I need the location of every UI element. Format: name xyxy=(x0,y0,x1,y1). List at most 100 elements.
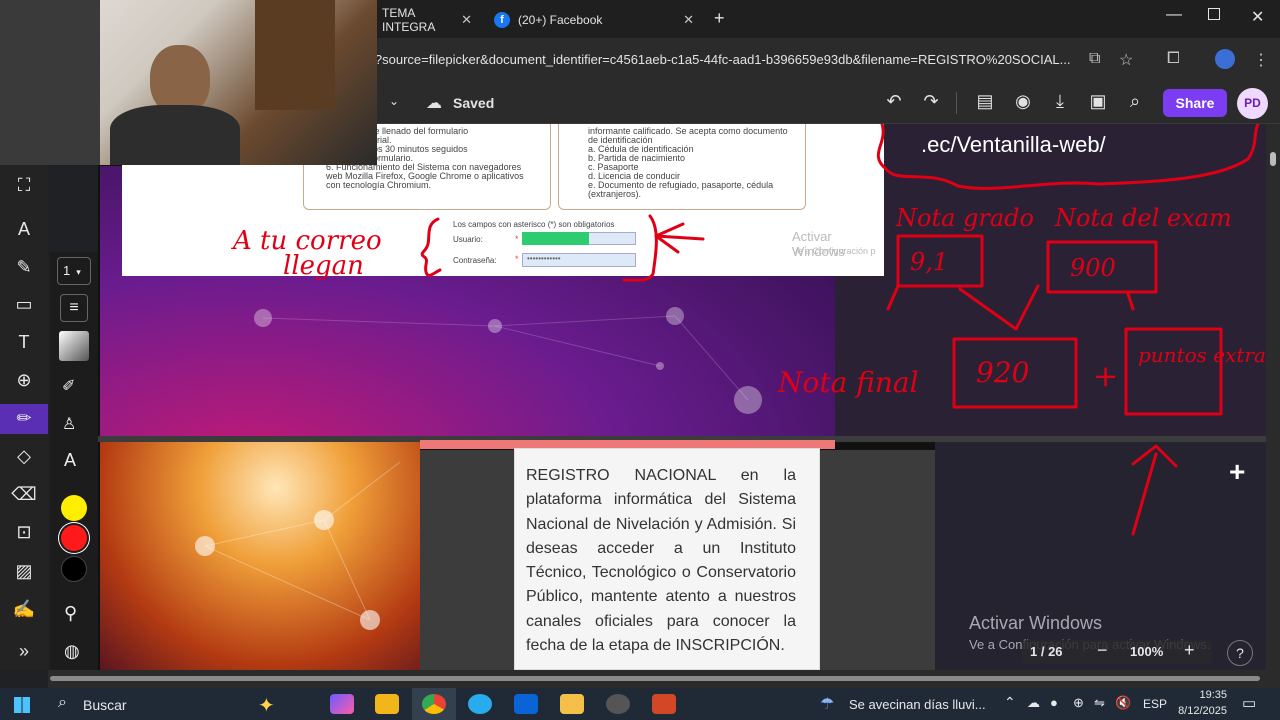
vertical-scrollbar[interactable] xyxy=(1266,124,1280,670)
start-button[interactable] xyxy=(14,697,30,713)
chevron-down-icon: ▾ xyxy=(76,267,81,277)
ink-annotations[interactable]: .ec/Ventanilla-web/ A tu correo llegan N… xyxy=(98,124,1266,670)
outlook-icon[interactable] xyxy=(514,694,538,714)
cloud-check-icon: ☁ xyxy=(426,95,442,112)
zoom-in-icon[interactable]: + xyxy=(1184,640,1195,661)
obs-icon[interactable] xyxy=(606,694,630,714)
divider xyxy=(956,92,957,114)
maximize-icon[interactable] xyxy=(1208,8,1220,20)
new-tab-button[interactable]: + xyxy=(714,8,725,29)
window-close-icon[interactable]: ✕ xyxy=(1251,7,1264,27)
ink-nota-examen-value: 900 xyxy=(1070,254,1116,282)
minimize-icon[interactable]: — xyxy=(1166,6,1182,24)
bookmark-star-icon[interactable]: ☆ xyxy=(1119,50,1133,70)
ink-plus: + xyxy=(1093,359,1118,394)
highlight-icon[interactable]: ✎ xyxy=(10,253,38,281)
text-style-icon[interactable]: A xyxy=(64,450,76,471)
color-swatch-black[interactable] xyxy=(61,556,87,582)
tab-sistema-integral[interactable]: TEMA INTEGRA ✕ xyxy=(372,4,482,36)
windows-taskbar xyxy=(0,688,1280,720)
zoom-level[interactable]: 100% xyxy=(1130,644,1163,659)
watermark-activate-windows: Activar Windows xyxy=(969,613,1103,633)
line-style-icon[interactable]: ≡ xyxy=(60,294,88,322)
page-indicator[interactable]: 1 / 26 xyxy=(1030,644,1063,659)
chevron-down-icon[interactable]: ⌄ xyxy=(389,94,399,108)
select-area-icon[interactable]: ⛶ xyxy=(10,171,38,199)
ink-arrow-left xyxy=(654,222,705,254)
undo-icon[interactable]: ↶ xyxy=(881,91,907,112)
horizontal-scrollbar-thumb[interactable] xyxy=(50,676,1260,681)
text-recognition-icon[interactable]: A xyxy=(10,215,38,243)
clock-date[interactable]: 8/12/2025 xyxy=(1170,705,1227,717)
tab-facebook[interactable]: f (20+) Facebook ✕ xyxy=(484,4,704,36)
webcam-shirt xyxy=(110,105,240,165)
ink-puntos-extras: puntos extras xyxy=(1138,343,1266,367)
webcam-overlay xyxy=(0,0,377,165)
store-icon[interactable] xyxy=(375,694,399,714)
image-icon[interactable]: ▨ xyxy=(10,557,38,585)
microphone-icon[interactable]: ● xyxy=(1050,695,1058,710)
language-indicator[interactable]: ESP xyxy=(1143,697,1167,711)
help-button[interactable]: ? xyxy=(1227,640,1253,666)
left-tool-rail xyxy=(0,124,48,670)
stroke-size-select[interactable]: 1 ▾ xyxy=(57,257,91,285)
palette-icon[interactable]: ◍ xyxy=(64,641,80,662)
text-tool-icon[interactable]: T xyxy=(10,328,38,356)
close-icon[interactable]: ✕ xyxy=(683,12,694,28)
ruler-pen-icon[interactable]: ✐ xyxy=(62,376,75,396)
profile-icon[interactable] xyxy=(1215,49,1235,69)
webcam-door xyxy=(0,0,100,165)
view-eye-icon[interactable]: ◉ xyxy=(1010,91,1036,112)
tab-label: TEMA INTEGRA xyxy=(382,6,436,34)
install-app-icon[interactable]: ⧉ xyxy=(1089,50,1100,68)
copilot-sparkle-icon[interactable]: ✦ xyxy=(258,693,275,718)
copilot-app-icon[interactable] xyxy=(330,694,354,714)
tray-chevron-icon[interactable]: ⌃ xyxy=(1004,694,1016,711)
share-button[interactable]: Share xyxy=(1163,89,1227,117)
comment-icon[interactable]: ▭ xyxy=(10,290,38,318)
vpn-icon[interactable]: ⊕ xyxy=(1073,695,1084,711)
ink-correo-line2: llegan xyxy=(283,251,364,281)
volume-muted-icon[interactable]: 🔇 xyxy=(1115,695,1131,711)
color-swatch-red[interactable] xyxy=(61,525,87,551)
ai-assistant-icon[interactable]: ⊡ xyxy=(10,518,38,546)
url-field[interactable]: l?source=filepicker&document_identifier=… xyxy=(372,47,1082,73)
download-icon[interactable]: ⤓ xyxy=(1047,91,1073,112)
pen-tool-icon[interactable]: ✏ xyxy=(10,404,38,432)
eraser-icon[interactable]: ⌫ xyxy=(10,480,38,508)
zoom-out-icon[interactable]: − xyxy=(1097,640,1108,661)
extensions-icon[interactable]: ⧠ xyxy=(1167,50,1180,68)
powerpoint-icon[interactable] xyxy=(652,694,676,714)
chrome-icon[interactable] xyxy=(422,694,446,714)
taskbar-search[interactable]: Buscar xyxy=(83,697,127,713)
stroke-size-value: 1 xyxy=(63,263,71,278)
weather-text[interactable]: Se avecinan días lluvi... xyxy=(849,697,986,712)
weather-icon: ☂ xyxy=(820,696,835,713)
scrollbar-thumb[interactable] xyxy=(1270,152,1276,166)
eyedropper-icon[interactable]: ⚲ xyxy=(64,603,77,624)
file-explorer-icon[interactable] xyxy=(560,694,584,714)
color-swatch-yellow[interactable] xyxy=(61,495,87,521)
close-icon[interactable]: ✕ xyxy=(461,12,472,28)
search-icon[interactable]: ⌕ xyxy=(1122,91,1148,112)
ink-bracket xyxy=(622,214,658,282)
opacity-icon[interactable] xyxy=(59,331,89,361)
telegram-icon[interactable] xyxy=(468,694,492,714)
document-icon[interactable]: ▤ xyxy=(972,91,998,112)
stamp-icon[interactable]: ♙ xyxy=(62,414,76,434)
notifications-icon[interactable]: ▭ xyxy=(1242,694,1256,712)
more-menu-icon[interactable]: ⋮ xyxy=(1253,50,1269,70)
toolbox-icon[interactable]: ▣ xyxy=(1085,91,1111,112)
redo-icon[interactable]: ↷ xyxy=(918,91,944,112)
avatar[interactable]: PD xyxy=(1237,88,1268,119)
search-icon: ⌕ xyxy=(58,694,67,711)
onedrive-icon[interactable]: ☁ xyxy=(1027,695,1040,711)
signature-icon[interactable]: ✍ xyxy=(10,595,38,623)
expand-icon[interactable]: » xyxy=(10,637,38,665)
network-icon[interactable]: ⇋ xyxy=(1094,695,1105,711)
ink-nota-examen-label: Nota del exam xyxy=(1054,204,1232,232)
clock-time[interactable]: 19:35 xyxy=(1187,689,1227,701)
ink-box-extras xyxy=(1124,327,1223,416)
zoom-area-icon[interactable]: ⊕ xyxy=(10,366,38,394)
shapes-icon[interactable]: ◇ xyxy=(10,442,38,470)
